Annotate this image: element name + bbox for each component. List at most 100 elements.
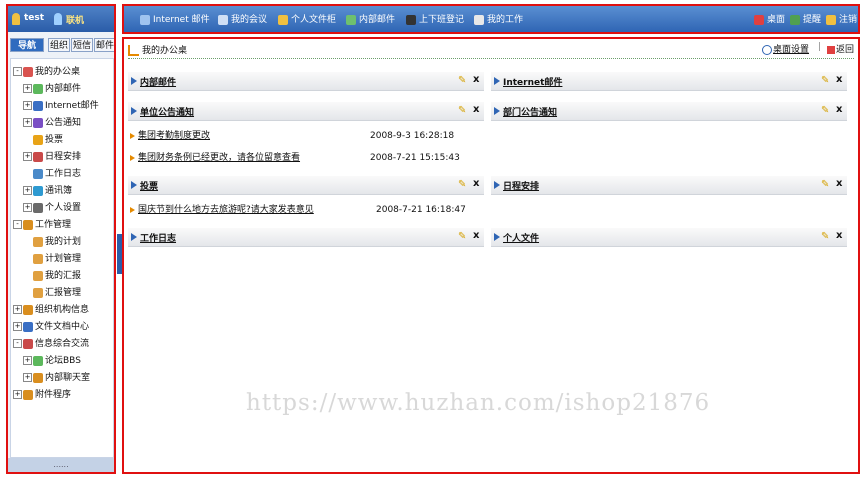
close-icon[interactable]: x (473, 230, 479, 241)
vote-icon (33, 134, 43, 145)
tree-node-report-management[interactable]: 汇报管理 (33, 286, 81, 300)
tree-node-my-report[interactable]: 我的汇报 (33, 269, 81, 283)
watermark: https://www.huzhan.com/ishop21876 (246, 390, 711, 416)
collapse-icon[interactable] (131, 233, 137, 241)
report-icon (33, 270, 43, 281)
pencil-icon (33, 168, 43, 179)
tree-node-org-info[interactable]: + 组织机构信息 (13, 303, 89, 317)
bell-icon (790, 14, 800, 25)
tab-mail[interactable]: 邮件 (94, 38, 114, 52)
toolbar-file-cabinet[interactable]: 个人文件柜 (278, 13, 336, 27)
collapse-icon[interactable] (494, 77, 500, 85)
person-icon (33, 202, 43, 213)
bullet-icon (130, 206, 135, 213)
toolbar-attendance[interactable]: 上下班登记 (406, 13, 464, 27)
toolbar-desktop[interactable]: 桌面 (754, 13, 785, 27)
tree-node-vote[interactable]: 投票 (33, 133, 63, 147)
collapse-icon[interactable] (131, 77, 137, 85)
toolbar-my-work[interactable]: 我的工作 (474, 13, 523, 27)
tree-node-work-management[interactable]: - 工作管理 (13, 218, 71, 232)
tree-node-internal-mail[interactable]: + 内部邮件 (23, 82, 81, 96)
collapse-icon[interactable] (494, 107, 500, 115)
panel-vote: 投票 ✎ x (128, 176, 484, 195)
list-item[interactable]: 集团财务条例已经更改，请各位留意查看 2008-7-21 15:15:43 (130, 151, 480, 165)
nav-tree: - 我的办公桌 + 内部邮件 + Internet邮件 + 公告通知 投票 + 日程安排 … (10, 58, 114, 458)
tab-sms[interactable]: 短信 (71, 38, 93, 52)
left-footer-grip[interactable]: ...... (8, 458, 114, 472)
desk-settings-link[interactable]: 桌面设置 (762, 42, 809, 55)
folder-icon (23, 389, 33, 400)
return-link[interactable]: 返回 (827, 42, 854, 55)
collapse-icon[interactable] (494, 181, 500, 189)
left-tabs: 导航 组织 短信 邮件 (8, 36, 114, 54)
edit-icon[interactable]: ✎ (821, 179, 829, 190)
user-bar: test 联机 (8, 6, 114, 32)
close-icon[interactable]: x (836, 230, 842, 241)
tree-node-work-log[interactable]: 工作日志 (33, 167, 81, 181)
edit-icon[interactable]: ✎ (458, 105, 466, 116)
tree-node-info-exchange[interactable]: - 信息综合交流 (13, 337, 89, 351)
close-icon[interactable]: x (836, 104, 842, 115)
tree-node-bbs[interactable]: + 论坛BBS (23, 354, 81, 368)
tree-node-my-desk[interactable]: - 我的办公桌 (13, 65, 80, 79)
edit-icon[interactable]: ✎ (821, 105, 829, 116)
close-icon[interactable]: x (473, 178, 479, 189)
close-icon[interactable]: x (836, 178, 842, 189)
left-nav-panel: test 联机 导航 组织 短信 邮件 - 我的办公桌 + 内部邮件 + Intern… (6, 4, 116, 474)
internet-mail-icon (140, 14, 150, 25)
tree-node-plan-management[interactable]: 计划管理 (33, 252, 81, 266)
top-toolbar: Internet 邮件 我的会议 个人文件柜 内部邮件 上下班登记 我的工作 桌… (122, 4, 860, 34)
user-status[interactable]: 联机 (66, 13, 84, 26)
panel-dept-notice: 部门公告通知 ✎ x (491, 102, 847, 121)
tree-node-attachment-programs[interactable]: + 附件程序 (13, 388, 71, 402)
bullet-icon (130, 132, 135, 139)
tab-organization[interactable]: 组织 (48, 38, 70, 52)
tree-node-document-center[interactable]: + 文件文档中心 (13, 320, 89, 334)
document-icon (23, 321, 33, 332)
close-icon[interactable]: x (473, 104, 479, 115)
tree-node-address-book[interactable]: + 通讯簿 (23, 184, 72, 198)
mail-icon (346, 14, 356, 25)
collapse-icon[interactable] (131, 107, 137, 115)
mail-icon (33, 83, 43, 94)
tree-node-schedule[interactable]: + 日程安排 (23, 150, 81, 164)
list-item[interactable]: 集团考勤制度更改 2008-9-3 16:28:18 (130, 129, 480, 143)
close-icon[interactable]: x (473, 74, 479, 85)
list-item[interactable]: 国庆节到什么地方去旅游呢?请大家发表意见 2008-7-21 16:18:47 (130, 203, 480, 217)
return-icon (827, 45, 835, 54)
forum-icon (33, 355, 43, 366)
edit-icon[interactable]: ✎ (458, 75, 466, 86)
separator: | (818, 42, 822, 52)
collapse-icon[interactable] (494, 233, 500, 241)
tree-node-personal-settings[interactable]: + 个人设置 (23, 201, 81, 215)
breadcrumb: 我的办公桌 (128, 43, 187, 56)
edit-icon[interactable]: ✎ (458, 231, 466, 242)
edit-icon[interactable]: ✎ (458, 179, 466, 190)
toolbar-reminder[interactable]: 提醒 (790, 13, 821, 27)
collapse-icon[interactable] (131, 181, 137, 189)
desk-icon (23, 66, 33, 77)
bullet-icon (130, 154, 135, 161)
toolbar-internal-mail[interactable]: 内部邮件 (346, 13, 395, 27)
panel-schedule: 日程安排 ✎ x (491, 176, 847, 195)
tab-navigation[interactable]: 导航 (10, 38, 44, 52)
panel-personal-files: 个人文件 ✎ x (491, 228, 847, 247)
toolbar-my-meeting[interactable]: 我的会议 (218, 13, 267, 27)
cabinet-icon (278, 14, 288, 25)
report-icon (33, 287, 43, 298)
folder-icon (23, 304, 33, 315)
desktop-icon (754, 14, 764, 25)
calendar-icon (33, 151, 43, 162)
edit-icon[interactable]: ✎ (821, 75, 829, 86)
tree-node-internet-mail[interactable]: + Internet邮件 (23, 99, 99, 113)
tree-node-chatroom[interactable]: + 内部聊天室 (23, 371, 90, 385)
tree-node-my-plan[interactable]: 我的计划 (33, 235, 81, 249)
toolbar-logout[interactable]: 注销 (826, 13, 857, 27)
folder-icon (23, 219, 33, 230)
edit-icon[interactable]: ✎ (821, 231, 829, 242)
chat-icon (33, 372, 43, 383)
panel-work-log: 工作日志 ✎ x (128, 228, 484, 247)
close-icon[interactable]: x (836, 74, 842, 85)
toolbar-internet-mail[interactable]: Internet 邮件 (140, 13, 210, 27)
tree-node-notice[interactable]: + 公告通知 (23, 116, 81, 130)
